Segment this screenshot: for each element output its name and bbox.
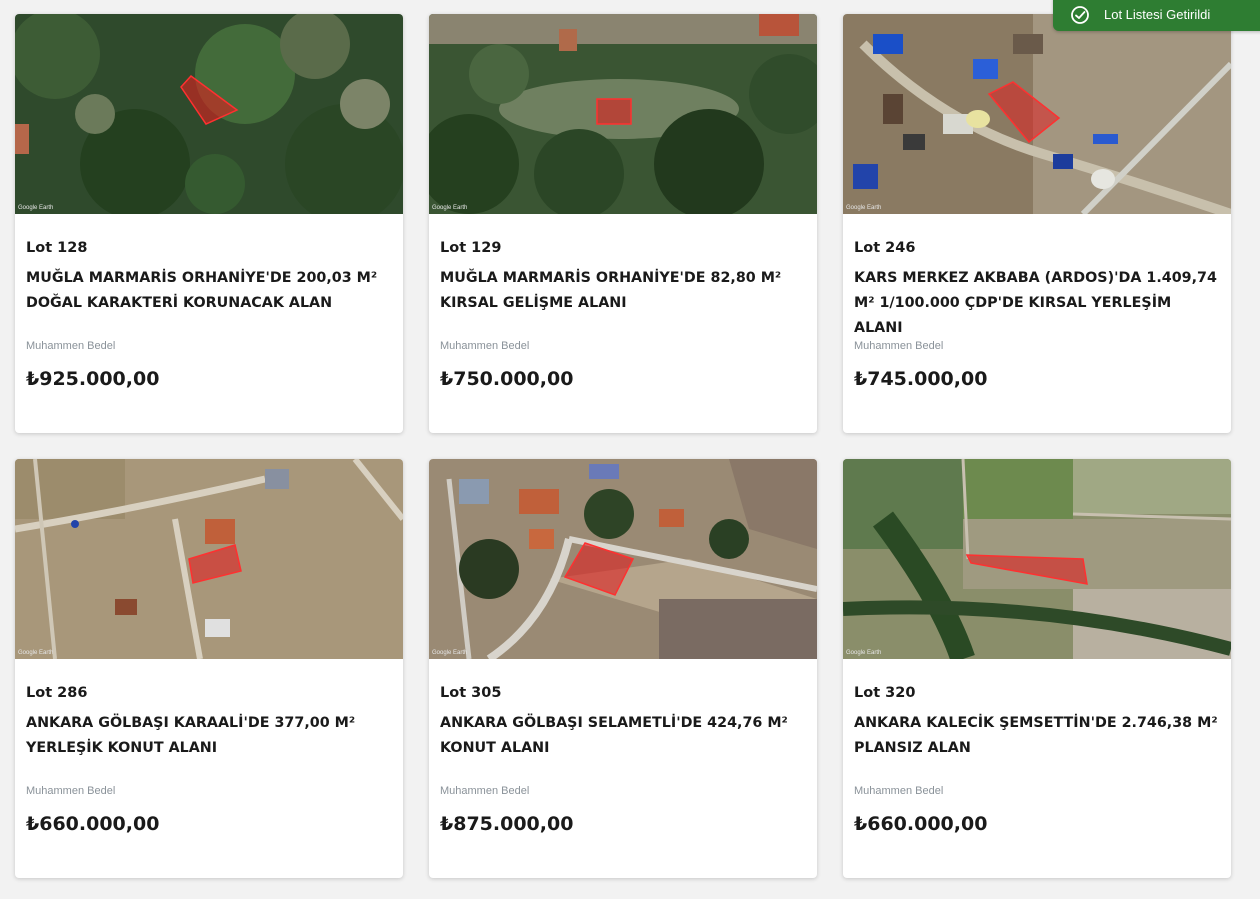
toast-message: Lot Listesi Getirildi — [1104, 7, 1211, 22]
lot-grid: Google Earth Lot 128 MUĞLA MARMARİS ORHA… — [15, 14, 1231, 878]
lot-satellite-image[interactable]: Google Earth — [15, 14, 403, 214]
lot-number: Lot 320 — [854, 685, 916, 701]
lot-card[interactable]: Google Earth Lot 129 MUĞLA MARMARİS ORHA… — [429, 14, 817, 433]
google-earth-watermark: Google Earth — [18, 205, 54, 211]
lot-title: ANKARA KALECİK ŞEMSETTİN'DE 2.746,38 M² … — [854, 715, 1218, 756]
price-label: Muhammen Bedel — [440, 340, 530, 352]
lot-card[interactable]: Google Earth Lot 128 MUĞLA MARMARİS ORHA… — [15, 14, 403, 433]
lot-number: Lot 305 — [440, 685, 502, 701]
lot-price: ₺745.000,00 — [854, 368, 988, 390]
lot-number: Lot 246 — [854, 240, 916, 256]
google-earth-watermark: Google Earth — [18, 650, 54, 656]
lot-number: Lot 129 — [440, 240, 502, 256]
lot-satellite-image[interactable]: Google Earth — [429, 14, 817, 214]
lot-title: KARS MERKEZ AKBABA (ARDOS)'DA 1.409,74 M… — [854, 270, 1217, 336]
lot-card[interactable]: Google Earth Lot 246 KARS MERKEZ AKBABA … — [843, 14, 1231, 433]
lot-satellite-image[interactable]: Google Earth — [15, 459, 403, 659]
lot-title: ANKARA GÖLBAŞI KARAALİ'DE 377,00 M² YERL… — [26, 715, 356, 756]
google-earth-watermark: Google Earth — [846, 205, 882, 211]
google-earth-watermark: Google Earth — [432, 650, 468, 656]
price-label: Muhammen Bedel — [854, 340, 944, 352]
lot-title: MUĞLA MARMARİS ORHANİYE'DE 82,80 M² KIRS… — [440, 270, 782, 311]
check-circle-icon — [1070, 5, 1090, 25]
lot-card[interactable]: Google Earth Lot 305 ANKARA GÖLBAŞI SELA… — [429, 459, 817, 878]
success-toast[interactable]: Lot Listesi Getirildi — [1053, 0, 1260, 31]
google-earth-watermark: Google Earth — [432, 205, 468, 211]
lot-price: ₺660.000,00 — [26, 813, 160, 835]
lot-satellite-image[interactable]: Google Earth — [429, 459, 817, 659]
price-label: Muhammen Bedel — [440, 785, 530, 797]
lot-satellite-image[interactable]: Google Earth — [843, 14, 1231, 214]
lot-title: MUĞLA MARMARİS ORHANİYE'DE 200,03 M² DOĞ… — [26, 270, 378, 311]
lot-satellite-image[interactable]: Google Earth — [843, 459, 1231, 659]
lot-price: ₺925.000,00 — [26, 368, 160, 390]
lot-price: ₺750.000,00 — [440, 368, 574, 390]
price-label: Muhammen Bedel — [854, 785, 944, 797]
lot-card[interactable]: Google Earth Lot 286 ANKARA GÖLBAŞI KARA… — [15, 459, 403, 878]
lot-price: ₺875.000,00 — [440, 813, 574, 835]
google-earth-watermark: Google Earth — [846, 650, 882, 656]
lot-card[interactable]: Google Earth Lot 320 ANKARA KALECİK ŞEMS… — [843, 459, 1231, 878]
lot-price: ₺660.000,00 — [854, 813, 988, 835]
lot-number: Lot 128 — [26, 240, 88, 256]
lot-title: ANKARA GÖLBAŞI SELAMETLİ'DE 424,76 M² KO… — [440, 715, 788, 756]
lot-number: Lot 286 — [26, 685, 88, 701]
price-label: Muhammen Bedel — [26, 340, 116, 352]
price-label: Muhammen Bedel — [26, 785, 116, 797]
